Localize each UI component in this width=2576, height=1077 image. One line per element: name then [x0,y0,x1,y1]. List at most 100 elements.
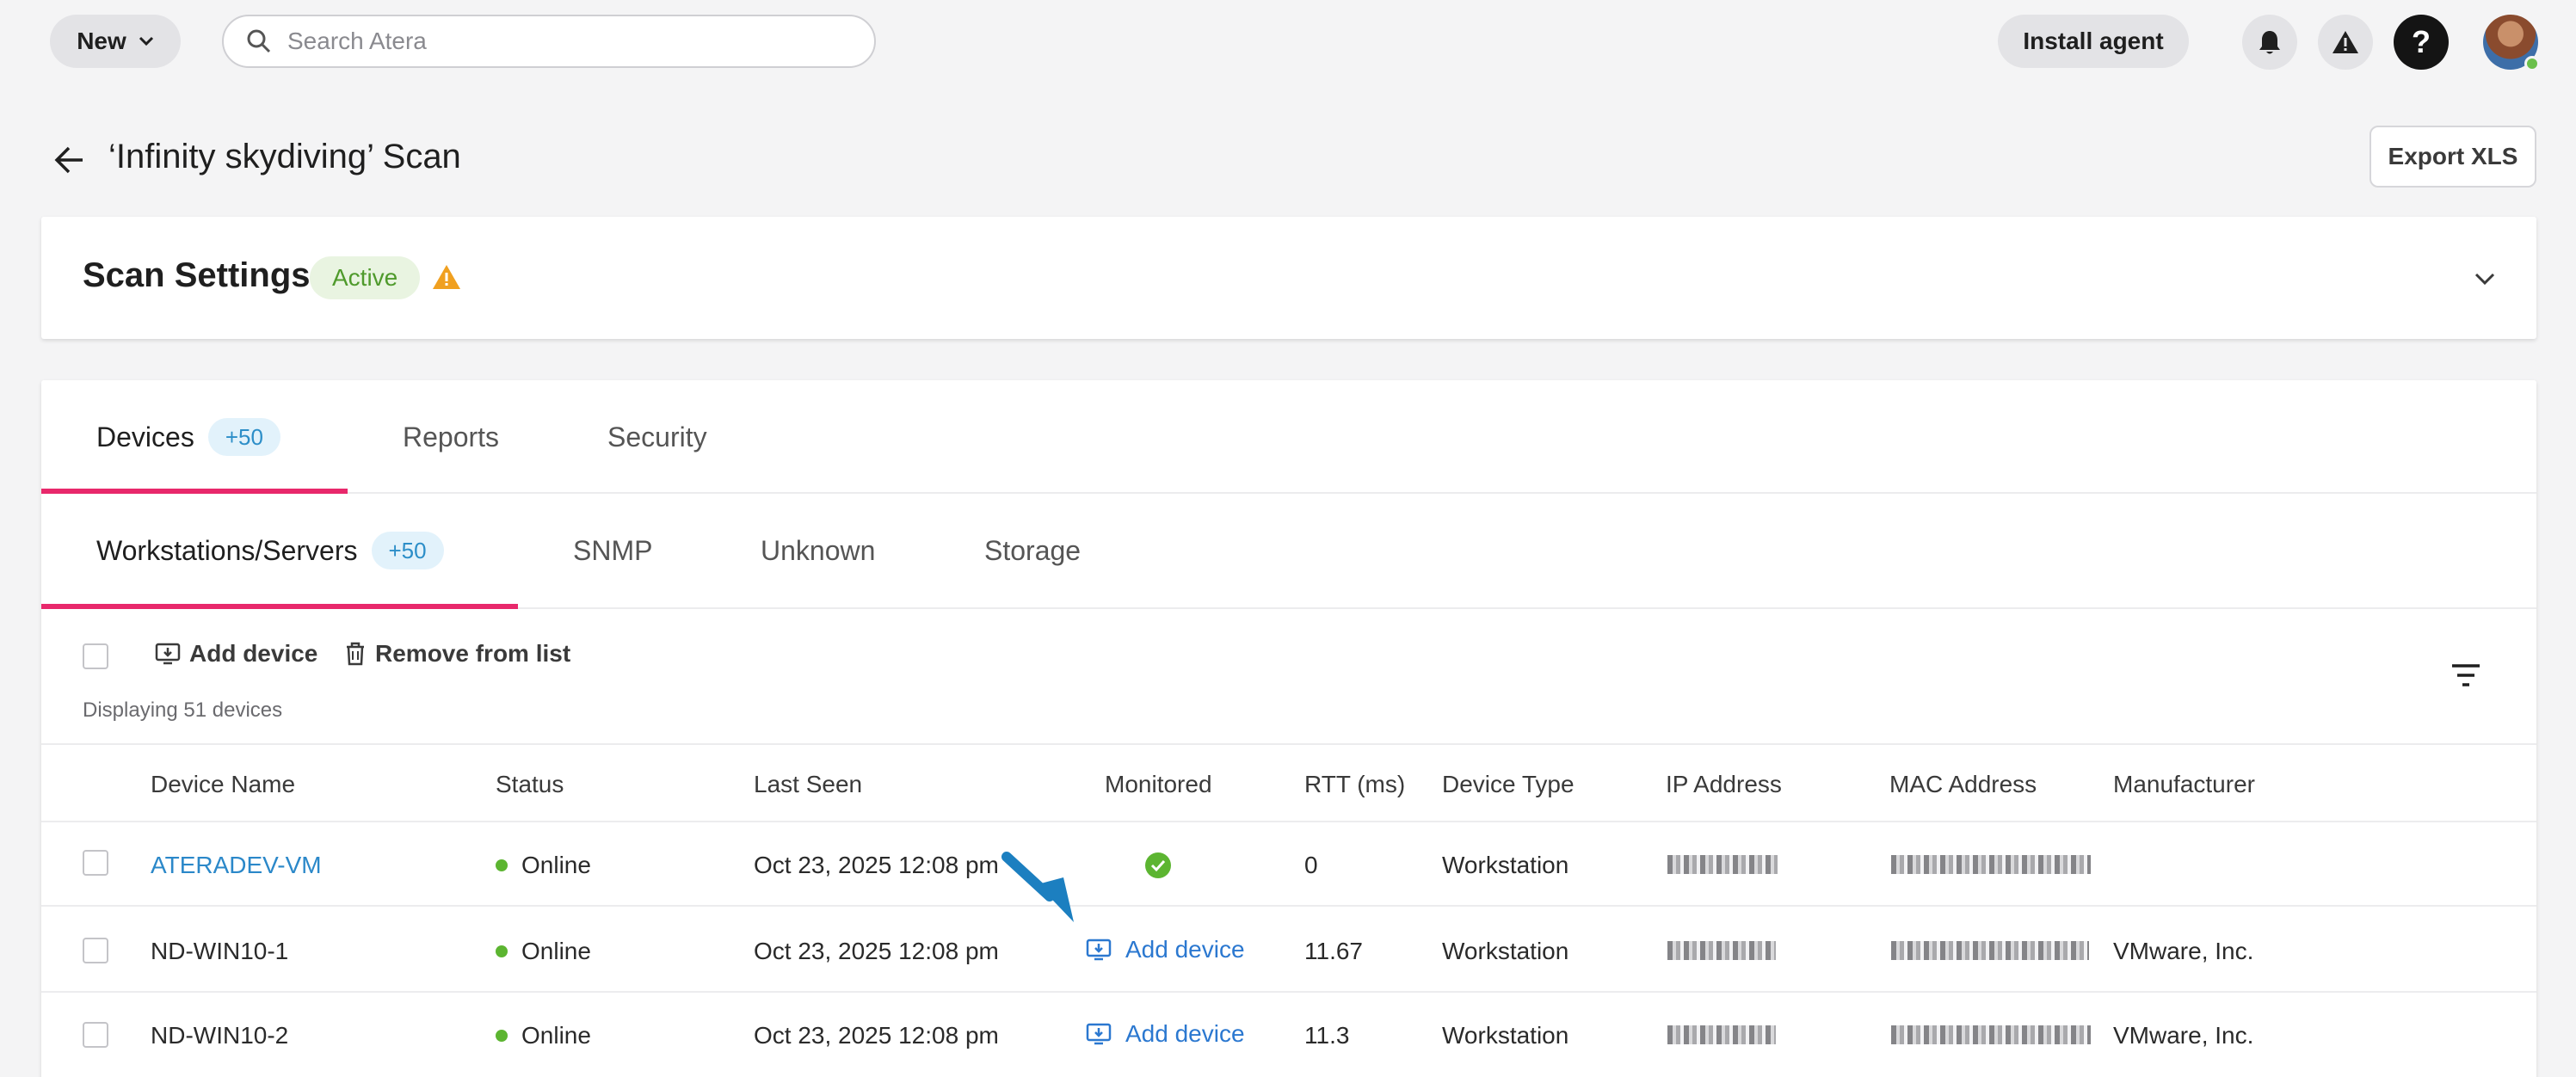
column-header[interactable]: IP Address [1666,771,1782,798]
ip-address-redacted [1667,855,1778,874]
count-badge: +50 [371,532,444,569]
add-device-label: Add device [189,640,318,667]
column-header[interactable]: Last Seen [754,771,862,798]
alerts-button[interactable] [2318,15,2373,70]
tab-storage[interactable]: Storage [984,494,1081,607]
device-name-link[interactable]: ATERADEV-VM [151,852,322,879]
table-header: Device Name Status Last Seen Monitored R… [41,743,2536,822]
remove-from-list-button[interactable]: Remove from list [344,640,570,668]
top-bar: New Install agent ? [0,0,2576,83]
mac-address-redacted [1891,855,2091,874]
help-button[interactable]: ? [2394,15,2449,70]
row-add-device-button[interactable]: Add device [1086,936,1245,963]
pointer-arrow-icon [1001,852,1074,922]
table-row[interactable]: ND-WIN10-2 Online Oct 23, 2025 12:08 pm … [41,994,2536,1077]
trash-icon [347,642,364,666]
search-box[interactable] [222,15,876,68]
tab-storage-label: Storage [984,534,1082,566]
alert-triangle-icon [2333,31,2358,53]
column-header[interactable]: Manufacturer [2113,771,2255,798]
tab-unknown[interactable]: Unknown [761,494,875,607]
check-circle-icon [1145,852,1171,878]
new-button[interactable]: New [50,15,181,68]
column-header[interactable]: Status [496,771,564,798]
add-device-icon [1086,939,1112,961]
column-header[interactable]: Device Name [151,771,295,798]
rtt-cell: 11.67 [1304,938,1363,964]
status-text: Online [521,852,591,878]
avatar[interactable] [2483,15,2540,71]
scan-settings-card[interactable]: Scan Settings Active [41,217,2536,339]
tab-devices[interactable]: Devices +50 [96,380,280,494]
table-row[interactable]: ATERADEV-VM Online Oct 23, 2025 12:08 pm… [41,822,2536,907]
notifications-button[interactable] [2242,15,2297,70]
filter-icon[interactable] [2450,662,2481,688]
add-device-icon [155,643,181,665]
table-row[interactable]: ND-WIN10-1 Online Oct 23, 2025 12:08 pm … [41,908,2536,993]
bell-icon [2259,31,2280,54]
tab-devices-label: Devices [96,421,194,452]
export-xls-button[interactable]: Export XLS [2370,126,2536,188]
rtt-cell: 11.3 [1304,1022,1350,1049]
devices-card: Devices +50 Reports Security Workstation… [41,380,2536,1077]
select-all-checkbox[interactable] [83,643,108,669]
tab-snmp-label: SNMP [573,534,653,566]
count-badge: +50 [207,418,280,456]
online-dot [496,1029,508,1042]
tab-workstations-servers-label: Workstations/Servers [96,534,358,566]
remove-from-list-label: Remove from list [375,640,571,667]
install-agent-label: Install agent [2023,28,2164,54]
device-type-cell: Workstation [1442,938,1569,964]
chevron-down-icon [139,36,153,46]
last-seen-cell: Oct 23, 2025 12:08 pm [754,938,999,964]
add-device-button[interactable]: Add device [155,640,317,668]
status-cell: Online [496,938,591,965]
mac-address-redacted [1891,941,2089,960]
row-checkbox[interactable] [83,938,108,963]
device-count-text: Displaying 51 devices [83,699,283,722]
tab-snmp[interactable]: SNMP [573,494,652,607]
search-input[interactable] [287,28,838,55]
tab-reports-label: Reports [403,421,500,452]
online-status-dot [2524,56,2540,71]
column-header[interactable]: MAC Address [1889,771,2037,798]
sub-tabs: Workstations/Servers +50 SNMP Unknown St… [41,494,2536,609]
column-header[interactable]: Monitored [1105,771,1212,798]
manufacturer-cell: VMware, Inc. [2113,938,2254,964]
row-checkbox[interactable] [83,1022,108,1048]
status-cell: Online [496,852,591,879]
status-badge: Active [310,256,421,299]
tab-security-label: Security [607,421,707,452]
add-device-icon [1086,1023,1112,1045]
mac-address-redacted [1891,1025,2091,1044]
tab-unknown-label: Unknown [761,534,876,566]
rtt-cell: 0 [1304,852,1318,878]
install-agent-button[interactable]: Install agent [1998,15,2189,68]
online-dot [496,945,508,957]
export-xls-label: Export XLS [2388,143,2518,169]
page-title: ‘Infinity skydiving’ Scan [108,138,461,175]
online-dot [496,859,508,871]
row-add-device-label: Add device [1125,936,1245,963]
tab-workstations-servers[interactable]: Workstations/Servers +50 [96,494,444,607]
question-icon: ? [2412,24,2431,59]
ip-address-redacted [1667,941,1776,960]
scan-settings-title: Scan Settings [83,256,311,294]
back-arrow-icon[interactable] [52,145,86,175]
last-seen-cell: Oct 23, 2025 12:08 pm [754,1022,999,1049]
row-add-device-label: Add device [1125,1020,1245,1047]
active-subtab-indicator [41,604,518,609]
column-header[interactable]: Device Type [1442,771,1575,798]
chevron-down-icon[interactable] [2468,262,2502,296]
device-type-cell: Workstation [1442,852,1569,878]
status-text: Online [521,1022,591,1049]
device-name-cell: ND-WIN10-2 [151,1022,289,1049]
row-add-device-button[interactable]: Add device [1086,1020,1245,1048]
search-icon [247,29,271,53]
row-checkbox[interactable] [83,850,108,876]
tab-reports[interactable]: Reports [403,380,499,494]
tab-security[interactable]: Security [607,380,707,494]
device-type-cell: Workstation [1442,1022,1569,1049]
column-header[interactable]: RTT (ms) [1304,771,1405,798]
status-text: Online [521,938,591,964]
